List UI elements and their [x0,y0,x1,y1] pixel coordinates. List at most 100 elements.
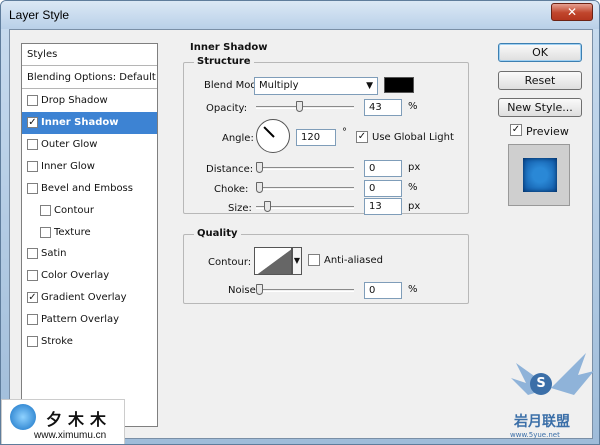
choke-slider-thumb[interactable] [256,182,263,193]
wings-icon [511,353,594,395]
style-item-bevel-emboss[interactable]: Bevel and Emboss [22,178,157,200]
opacity-input[interactable]: 43 [364,99,402,116]
size-label: Size: [228,203,252,214]
logo-url: www.ximumu.cn [34,430,107,441]
styles-header[interactable]: Styles [22,44,157,66]
contour-curve-icon [255,248,291,274]
logo-s-mark: S [530,373,552,395]
section-title: Inner Shadow [190,42,268,53]
contour-preview[interactable] [254,247,292,275]
style-item-outer-glow[interactable]: Outer Glow [22,134,157,156]
distance-slider-track[interactable] [256,167,354,170]
contour-dropdown-button[interactable]: ▼ [292,247,302,275]
contour-checkbox[interactable] [40,205,51,216]
outer-glow-checkbox[interactable] [27,139,38,150]
style-item-label: Pattern Overlay [41,314,120,325]
style-item-label: Texture [54,227,91,238]
use-global-light-checkbox[interactable]: ✓ [356,131,368,143]
logo-text: 夕木木 [46,410,113,429]
style-item-inner-shadow[interactable]: ✓ Inner Shadow [22,112,157,134]
pattern-overlay-checkbox[interactable] [27,314,38,325]
style-item-label: Stroke [41,336,73,347]
inner-shadow-checkbox[interactable]: ✓ [27,117,38,128]
reset-button[interactable]: Reset [498,71,582,90]
preview-checkbox[interactable]: ✓ [510,124,522,136]
satin-checkbox[interactable] [27,248,38,259]
anti-aliased-label: Anti-aliased [324,255,384,266]
bevel-emboss-checkbox[interactable] [27,183,38,194]
shadow-color-swatch[interactable] [384,77,414,93]
opacity-label: Opacity: [206,103,248,114]
choke-label: Choke: [214,184,249,195]
drop-shadow-checkbox[interactable] [27,95,38,106]
logo-right-text: 岩月联盟 [514,414,570,430]
use-global-light-label: Use Global Light [372,132,454,143]
distance-unit: px [408,162,421,173]
ximumu-logo: 夕木木 www.ximumu.cn [1,399,125,444]
blending-options-item[interactable]: Blending Options: Default [22,67,157,89]
preview-square [523,158,557,192]
style-item-color-overlay[interactable]: Color Overlay [22,265,157,287]
angle-input[interactable]: 120 [296,129,336,146]
style-item-gradient-overlay[interactable]: ✓ Gradient Overlay [22,287,157,309]
angle-label: Angle: [222,133,254,144]
style-item-label: Satin [41,248,67,259]
layer-style-window: Layer Style ✕ Styles Blending Options: D… [0,0,600,445]
noise-input[interactable]: 0 [364,282,402,299]
stroke-checkbox[interactable] [27,336,38,347]
style-item-drop-shadow[interactable]: Drop Shadow [22,90,157,112]
noise-slider-thumb[interactable] [256,284,263,295]
structure-title: Structure [194,56,254,67]
texture-checkbox[interactable] [40,227,51,238]
noise-unit: % [408,284,418,295]
style-item-inner-glow[interactable]: Inner Glow [22,156,157,178]
size-unit: px [408,201,421,212]
style-item-label: Outer Glow [41,139,98,150]
logo-mark-icon [10,404,36,430]
5yue-logo: S 岩月联盟 www.5yue.net [506,343,596,443]
style-preview-swatch [508,144,570,206]
style-item-label: Bevel and Emboss [41,183,133,194]
style-item-contour[interactable]: Contour [22,200,157,222]
blend-mode-value: Multiply [259,80,299,91]
choke-slider-track[interactable] [256,187,354,190]
style-item-texture[interactable]: Texture [22,222,157,244]
new-style-button[interactable]: New Style... [498,98,582,117]
noise-label: Noise: [228,285,260,296]
noise-slider-track[interactable] [256,289,354,292]
style-item-pattern-overlay[interactable]: Pattern Overlay [22,309,157,331]
angle-dial[interactable] [256,119,290,153]
distance-input[interactable]: 0 [364,160,402,177]
chevron-down-icon: ▼ [366,81,373,91]
window-title: Layer Style [9,8,70,22]
contour-label: Contour: [208,257,252,268]
angle-unit: ° [342,127,347,138]
opacity-slider-thumb[interactable] [296,101,303,112]
anti-aliased-checkbox[interactable] [308,254,320,266]
quality-title: Quality [194,228,241,239]
choke-unit: % [408,182,418,193]
close-button[interactable]: ✕ [551,3,593,21]
opacity-slider-track[interactable] [256,106,354,109]
size-slider-thumb[interactable] [264,201,271,212]
style-item-satin[interactable]: Satin [22,243,157,265]
opacity-unit: % [408,101,418,112]
gradient-overlay-checkbox[interactable]: ✓ [27,292,38,303]
distance-slider-thumb[interactable] [256,162,263,173]
quality-group: Quality Contour: ▼ Anti-aliased Noise: 0… [183,228,469,304]
inner-glow-checkbox[interactable] [27,161,38,172]
blend-mode-select[interactable]: Multiply ▼ [254,77,378,95]
styles-list: Styles Blending Options: Default Drop Sh… [21,43,158,427]
color-overlay-checkbox[interactable] [27,270,38,281]
chevron-down-icon: ▼ [293,256,301,265]
structure-group: Structure Blend Mode: Multiply ▼ Opacity… [183,56,469,215]
ok-button[interactable]: OK [498,43,582,62]
choke-input[interactable]: 0 [364,180,402,197]
style-item-label: Inner Shadow [41,117,119,128]
angle-needle-icon [263,126,275,138]
style-item-stroke[interactable]: Stroke [22,331,157,353]
style-item-label: Gradient Overlay [41,292,127,303]
title-bar: Layer Style ✕ [1,1,599,29]
size-input[interactable]: 13 [364,198,402,215]
logo-right-url: www.5yue.net [510,431,560,439]
